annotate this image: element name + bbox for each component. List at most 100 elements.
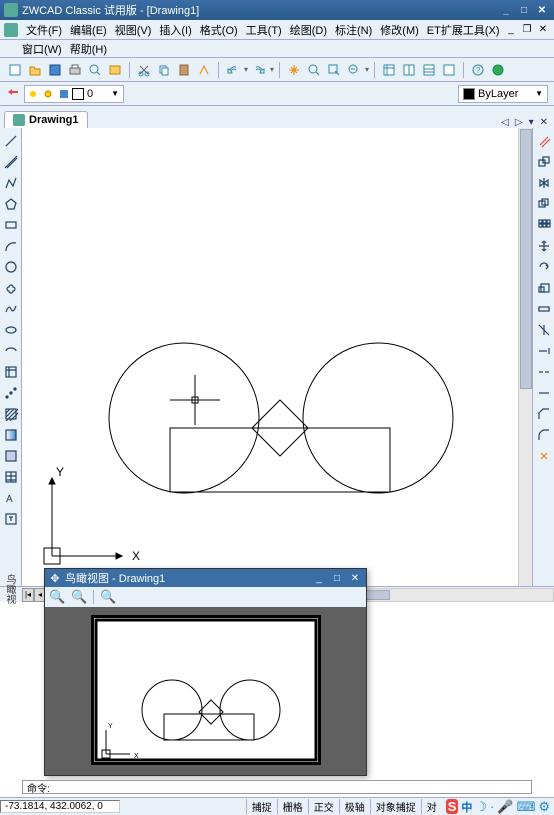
- snap-toggle[interactable]: 捕捉: [246, 799, 277, 814]
- erase-icon[interactable]: [535, 132, 553, 150]
- redo-icon[interactable]: [250, 61, 268, 79]
- close-button[interactable]: ✕: [534, 3, 550, 17]
- birdview-maximize[interactable]: □: [330, 573, 344, 584]
- punct-icon[interactable]: ·: [490, 799, 494, 814]
- layer-dropdown[interactable]: 0 ▼: [24, 85, 124, 103]
- menu-draw[interactable]: 绘图(D): [286, 20, 331, 40]
- command-line[interactable]: 命令:: [22, 780, 532, 794]
- fillet-icon[interactable]: [535, 426, 553, 444]
- mic-icon[interactable]: 🎤: [497, 799, 513, 815]
- save-icon[interactable]: [46, 61, 64, 79]
- layer-prev-icon[interactable]: [6, 85, 20, 102]
- menu-dim[interactable]: 标注(N): [331, 20, 376, 40]
- explode-icon[interactable]: [535, 447, 553, 465]
- minimize-button[interactable]: _: [498, 3, 514, 17]
- copy-mod-icon[interactable]: [535, 153, 553, 171]
- moon-icon[interactable]: ☽: [475, 799, 487, 815]
- menu-et[interactable]: ET扩展工具(X): [423, 20, 504, 40]
- layout-first[interactable]: |◂: [22, 588, 34, 602]
- spline-icon[interactable]: [2, 300, 20, 318]
- stretch-icon[interactable]: [535, 300, 553, 318]
- copy-icon[interactable]: [155, 61, 173, 79]
- grid-toggle[interactable]: 栅格: [277, 799, 308, 814]
- birdview-close[interactable]: ✕: [348, 573, 362, 584]
- menu-view[interactable]: 视图(V): [111, 20, 156, 40]
- osnap-toggle[interactable]: 对象捕捉: [370, 799, 421, 814]
- move-icon[interactable]: [535, 237, 553, 255]
- line-icon[interactable]: [2, 132, 20, 150]
- menu-modify[interactable]: 修改(M): [376, 20, 423, 40]
- revcloud-icon[interactable]: [2, 279, 20, 297]
- ortho-toggle[interactable]: 正交: [308, 799, 339, 814]
- pline-icon[interactable]: [2, 174, 20, 192]
- ime-cn-icon[interactable]: 中: [461, 799, 472, 815]
- birdview-zoomin-icon[interactable]: 🔍: [49, 589, 65, 605]
- tab-next[interactable]: ▷: [513, 117, 525, 128]
- arc-icon[interactable]: [2, 237, 20, 255]
- region-icon[interactable]: [2, 447, 20, 465]
- birdview-minimize[interactable]: _: [312, 573, 326, 584]
- toolpalette-icon[interactable]: [420, 61, 438, 79]
- tab-close[interactable]: ✕: [538, 117, 550, 128]
- birdview-titlebar[interactable]: ✥ 鸟瞰视图 - Drawing1 _ □ ✕: [45, 569, 366, 587]
- join-icon[interactable]: [535, 384, 553, 402]
- calc-icon[interactable]: [440, 61, 458, 79]
- new-icon[interactable]: [6, 61, 24, 79]
- properties-icon[interactable]: [380, 61, 398, 79]
- mtext-icon[interactable]: A: [2, 489, 20, 507]
- mirror-icon[interactable]: [535, 174, 553, 192]
- menu-format[interactable]: 格式(O): [196, 20, 242, 40]
- paste-icon[interactable]: [175, 61, 193, 79]
- xline-icon[interactable]: [2, 153, 20, 171]
- color-dropdown[interactable]: ByLayer ▼: [458, 85, 548, 103]
- doc-tab[interactable]: Drawing1: [4, 111, 88, 128]
- ellipse-arc-icon[interactable]: [2, 342, 20, 360]
- drawing-canvas[interactable]: X Y: [22, 128, 532, 586]
- otrack-toggle[interactable]: 对: [421, 799, 442, 814]
- rotate-icon[interactable]: [535, 258, 553, 276]
- publish-icon[interactable]: [106, 61, 124, 79]
- menu-tools[interactable]: 工具(T): [242, 20, 286, 40]
- help-icon[interactable]: ?: [469, 61, 487, 79]
- polygon-icon[interactable]: [2, 195, 20, 213]
- menu-help[interactable]: 帮助(H): [66, 39, 111, 59]
- gear-icon[interactable]: ⚙: [538, 799, 550, 815]
- point-icon[interactable]: [2, 384, 20, 402]
- ellipse-icon[interactable]: [2, 321, 20, 339]
- tab-prev[interactable]: ◁: [499, 117, 511, 128]
- scale-icon[interactable]: [535, 279, 553, 297]
- undo-icon[interactable]: [224, 61, 242, 79]
- trim-icon[interactable]: [535, 321, 553, 339]
- designcenter-icon[interactable]: [400, 61, 418, 79]
- cut-icon[interactable]: [135, 61, 153, 79]
- doc-restore[interactable]: ❐: [520, 24, 534, 35]
- birdview-canvas[interactable]: X Y: [45, 607, 366, 775]
- open-icon[interactable]: [26, 61, 44, 79]
- zoom-prev-icon[interactable]: [345, 61, 363, 79]
- zoom-realtime-icon[interactable]: [305, 61, 323, 79]
- birdview-zoomext-icon[interactable]: 🔍: [100, 589, 116, 605]
- keyboard-icon[interactable]: ⌨: [517, 799, 536, 815]
- ime-s-icon[interactable]: S: [446, 799, 459, 814]
- maximize-button[interactable]: □: [516, 3, 532, 17]
- zoom-window-icon[interactable]: [325, 61, 343, 79]
- block-icon[interactable]: [2, 363, 20, 381]
- doc-close[interactable]: ✕: [536, 24, 550, 35]
- match-icon[interactable]: [195, 61, 213, 79]
- doc-minimize[interactable]: _: [504, 24, 518, 35]
- pan-icon[interactable]: [285, 61, 303, 79]
- info-icon[interactable]: [489, 61, 507, 79]
- menu-file[interactable]: 文件(F): [22, 20, 66, 40]
- extend-icon[interactable]: [535, 342, 553, 360]
- rectangle-icon[interactable]: [2, 216, 20, 234]
- vertical-scrollbar[interactable]: [518, 128, 532, 586]
- birdview-zoomout-icon[interactable]: 🔍: [71, 589, 87, 605]
- polar-toggle[interactable]: 极轴: [339, 799, 370, 814]
- menu-window[interactable]: 窗口(W): [18, 39, 66, 59]
- preview-icon[interactable]: [86, 61, 104, 79]
- text-icon[interactable]: [2, 510, 20, 528]
- chamfer-icon[interactable]: [535, 405, 553, 423]
- circle-icon[interactable]: [2, 258, 20, 276]
- menu-insert[interactable]: 插入(I): [155, 20, 195, 40]
- print-icon[interactable]: [66, 61, 84, 79]
